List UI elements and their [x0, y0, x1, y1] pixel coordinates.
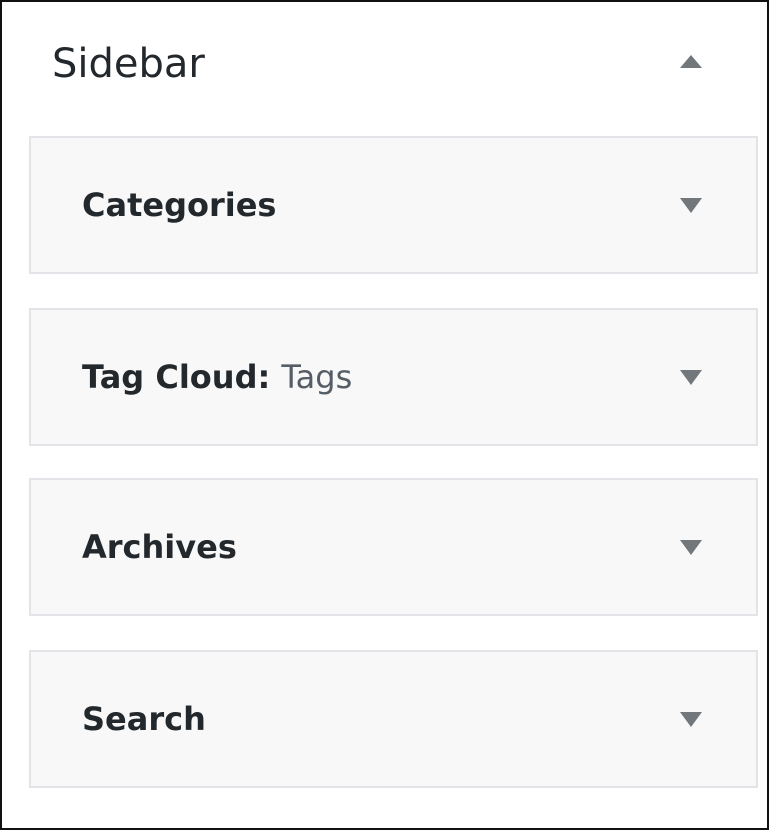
widget-subtitle: Tags	[281, 358, 353, 396]
widget-archives[interactable]: Archives	[29, 478, 758, 616]
triangle-down-icon	[680, 198, 702, 213]
widget-title-text: Search	[82, 700, 206, 738]
expand-widget-toggle[interactable]	[670, 192, 710, 222]
triangle-down-icon	[680, 370, 702, 385]
widget-title-text: Categories	[82, 186, 277, 224]
widget-tag-cloud[interactable]: Tag Cloud: Tags	[29, 308, 758, 446]
triangle-down-icon	[680, 540, 702, 555]
widget-title: Tag Cloud: Tags	[82, 355, 352, 399]
widget-search[interactable]: Search	[29, 650, 758, 788]
widget-title: Categories	[82, 183, 276, 227]
widget-categories[interactable]: Categories	[29, 136, 758, 274]
widget-title-text: Archives	[82, 528, 237, 566]
expand-widget-toggle[interactable]	[670, 534, 710, 564]
triangle-up-icon	[680, 55, 702, 68]
triangle-down-icon	[680, 712, 702, 727]
expand-widget-toggle[interactable]	[670, 706, 710, 736]
widget-title: Archives	[82, 525, 237, 569]
widget-title-text: Tag Cloud:	[82, 358, 271, 396]
sidebar-header[interactable]: Sidebar	[2, 2, 767, 128]
widget-title: Search	[82, 697, 206, 741]
expand-widget-toggle[interactable]	[670, 364, 710, 394]
sidebar-title: Sidebar	[52, 41, 205, 87]
sidebar-panel: Sidebar Categories Tag Cloud: Tags Archi…	[0, 0, 769, 830]
collapse-sidebar-button[interactable]	[668, 47, 716, 87]
